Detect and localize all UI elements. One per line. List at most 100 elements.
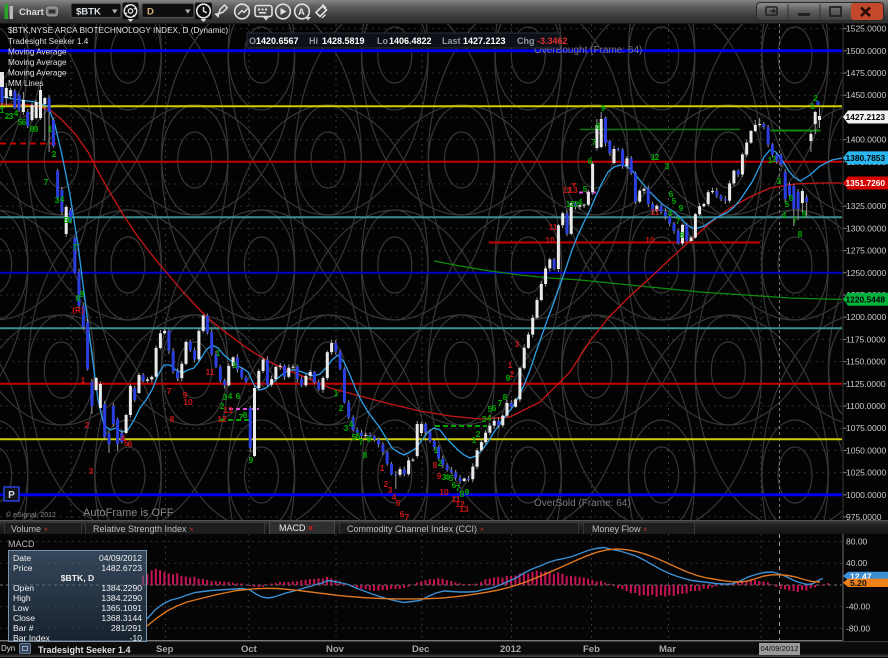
svg-text:3: 3	[665, 161, 670, 171]
svg-text:2: 2	[655, 152, 660, 162]
svg-text:2: 2	[772, 154, 777, 164]
svg-text:Lo: Lo	[377, 36, 388, 46]
svg-text:1: 1	[48, 124, 53, 134]
svg-text:1100.0000: 1100.0000	[846, 401, 886, 411]
svg-text:13: 13	[223, 405, 233, 415]
svg-text:1406.4822: 1406.4822	[389, 36, 432, 46]
svg-text:2: 2	[510, 369, 515, 379]
svg-text:2: 2	[85, 420, 90, 430]
svg-text:6: 6	[68, 215, 73, 225]
svg-text:1025.0000: 1025.0000	[846, 468, 886, 478]
svg-text:8: 8	[433, 460, 438, 470]
svg-text:9: 9	[367, 434, 372, 444]
svg-text:5: 5	[583, 184, 588, 194]
svg-text:-40.00: -40.00	[846, 602, 870, 612]
svg-text:1428.5819: 1428.5819	[322, 36, 365, 46]
svg-text:7: 7	[44, 177, 49, 187]
svg-text:40.00: 40.00	[846, 558, 868, 568]
svg-text:9: 9	[601, 103, 606, 113]
svg-text:6: 6	[128, 439, 133, 449]
svg-text:2: 2	[52, 149, 57, 159]
svg-text:12: 12	[217, 414, 227, 424]
svg-text:11: 11	[651, 207, 660, 217]
svg-text:8: 8	[170, 414, 175, 424]
svg-text:9: 9	[465, 487, 470, 497]
svg-text:7: 7	[592, 137, 597, 147]
svg-text:1125.0000: 1125.0000	[846, 379, 886, 389]
svg-text:1525.0000: 1525.0000	[846, 24, 886, 34]
svg-text:Moving Average: Moving Average	[8, 69, 67, 78]
svg-text:8: 8	[243, 410, 248, 420]
svg-text:A: A	[298, 7, 305, 18]
svg-text:3: 3	[89, 466, 94, 476]
svg-text:Chart: Chart	[19, 7, 45, 18]
svg-text:1075.0000: 1075.0000	[846, 423, 886, 433]
svg-text:1220.5448: 1220.5448	[846, 294, 886, 304]
svg-text:▼: ▼	[571, 182, 578, 189]
svg-text:1: 1	[81, 375, 86, 385]
svg-text:1: 1	[334, 388, 339, 398]
svg-text:9: 9	[437, 471, 442, 481]
svg-text:1: 1	[216, 348, 221, 358]
svg-text:7: 7	[676, 216, 681, 226]
svg-text:3: 3	[777, 176, 782, 186]
svg-text:1: 1	[380, 463, 385, 473]
svg-text:8: 8	[798, 229, 803, 239]
svg-text:Hi: Hi	[309, 36, 318, 46]
svg-text:1450.0000: 1450.0000	[846, 90, 886, 100]
svg-text:4: 4	[60, 194, 65, 204]
svg-text:1427.2123: 1427.2123	[846, 112, 886, 122]
svg-text:6: 6	[789, 193, 794, 203]
svg-text:10: 10	[439, 487, 449, 497]
svg-text:9: 9	[80, 289, 85, 299]
svg-text:1000.0000: 1000.0000	[846, 490, 886, 500]
svg-text:9: 9	[679, 203, 684, 213]
svg-text:1351.7260: 1351.7260	[846, 178, 886, 188]
svg-text:Tradesight Seeker 1.4: Tradesight Seeker 1.4	[8, 37, 89, 46]
svg-text:11: 11	[549, 222, 558, 232]
svg-text:1: 1	[434, 445, 439, 455]
svg-text:1325.0000: 1325.0000	[846, 201, 886, 211]
svg-text:8: 8	[680, 230, 685, 240]
svg-text:AutoFrame is OFF: AutoFrame is OFF	[83, 507, 174, 519]
svg-text:1420.6567: 1420.6567	[256, 36, 299, 46]
svg-text:4: 4	[668, 208, 673, 218]
svg-text:6: 6	[236, 391, 241, 401]
svg-text:Last: Last	[442, 36, 461, 46]
svg-text:-3.3462: -3.3462	[537, 36, 568, 46]
svg-text:10: 10	[545, 235, 555, 245]
svg-text:7: 7	[793, 215, 798, 225]
svg-text:1275.0000: 1275.0000	[846, 246, 886, 256]
svg-text:1500.0000: 1500.0000	[846, 46, 886, 56]
svg-text:1175.0000: 1175.0000	[846, 334, 886, 344]
svg-text:2: 2	[476, 429, 481, 439]
svg-text:P: P	[8, 490, 15, 501]
svg-text:8: 8	[596, 121, 601, 131]
svg-text:10: 10	[645, 235, 655, 245]
svg-text:6: 6	[22, 117, 27, 127]
svg-text:-80.00: -80.00	[846, 623, 870, 633]
svg-text:3: 3	[515, 339, 520, 349]
svg-text:MM Lines: MM Lines	[8, 79, 44, 88]
svg-text:Moving Average: Moving Average	[8, 48, 67, 57]
svg-text:80.00: 80.00	[846, 537, 868, 547]
svg-text:6: 6	[588, 156, 593, 166]
svg-text:1250.0000: 1250.0000	[846, 268, 886, 278]
svg-text:2: 2	[438, 458, 443, 468]
svg-text:4: 4	[578, 197, 583, 207]
svg-text:8: 8	[503, 392, 508, 402]
svg-text:13: 13	[459, 504, 469, 514]
svg-text:1200.0000: 1200.0000	[846, 312, 886, 322]
svg-text:$BTK: $BTK	[76, 7, 101, 18]
svg-text:1150.0000: 1150.0000	[846, 357, 886, 367]
svg-text:7: 7	[73, 242, 78, 252]
svg-text:D: D	[147, 7, 154, 18]
svg-text:6: 6	[492, 403, 497, 413]
svg-text:5: 5	[396, 498, 401, 508]
svg-text:7: 7	[359, 437, 364, 447]
svg-text:5.20: 5.20	[850, 578, 867, 588]
svg-text:OverSold (Frame: 64): OverSold (Frame: 64)	[534, 498, 631, 509]
svg-text:MACD: MACD	[8, 539, 35, 549]
svg-text:4: 4	[782, 210, 787, 220]
svg-text:1050.0000: 1050.0000	[846, 445, 886, 455]
